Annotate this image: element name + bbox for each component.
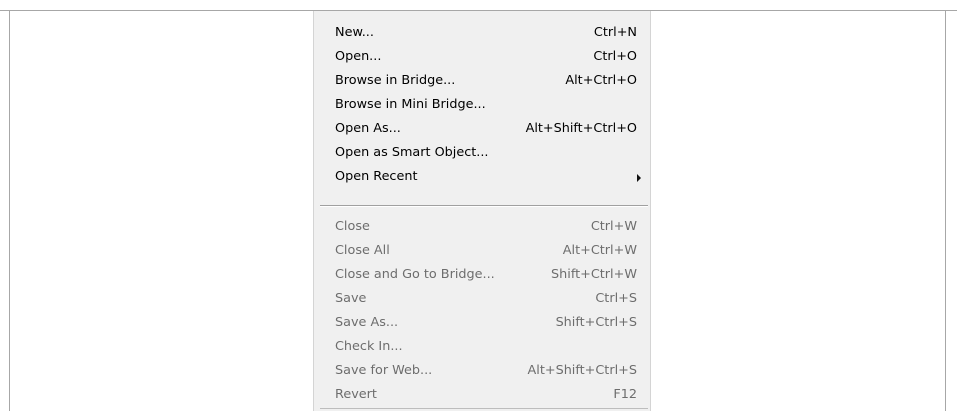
menu-item-label: Save As...: [335, 315, 399, 330]
menu-item-shortcut: F12: [613, 387, 637, 402]
file-menu: New... Ctrl+N Open... Ctrl+O Browse in B…: [313, 11, 651, 411]
menu-item-shortcut: Alt+Ctrl+O: [565, 73, 637, 88]
menu-item-label: Open...: [335, 49, 382, 64]
window-left-border: [9, 10, 10, 411]
menu-item-label: Close All: [335, 243, 390, 258]
menu-item-revert[interactable]: Revert F12: [314, 383, 650, 407]
menu-item-label: New...: [335, 25, 374, 40]
menu-item-shortcut: Alt+Shift+Ctrl+O: [525, 121, 637, 136]
menu-item-shortcut: Shift+Ctrl+S: [555, 315, 637, 330]
menu-item-shortcut: Alt+Shift+Ctrl+S: [527, 363, 637, 378]
menu-item-open[interactable]: Open... Ctrl+O: [314, 45, 650, 69]
menu-item-open-as-smart-object[interactable]: Open as Smart Object...: [314, 141, 650, 165]
menu-separator: [320, 205, 648, 206]
menu-item-open-as[interactable]: Open As... Alt+Shift+Ctrl+O: [314, 117, 650, 141]
menu-item-shortcut: Ctrl+W: [590, 219, 637, 234]
menu-item-check-in[interactable]: Check In...: [314, 335, 650, 359]
menu-item-label: Browse in Mini Bridge...: [335, 97, 486, 112]
menu-item-label: Browse in Bridge...: [335, 73, 456, 88]
menu-item-label: Open as Smart Object...: [335, 145, 489, 160]
menu-item-shortcut: Shift+Ctrl+W: [551, 267, 637, 282]
menu-item-label: Check In...: [335, 339, 403, 354]
menu-item-label: Close and Go to Bridge...: [335, 267, 495, 282]
window-right-border: [945, 10, 946, 411]
menu-item-shortcut: Alt+Ctrl+W: [562, 243, 637, 258]
menu-item-open-recent[interactable]: Open Recent: [314, 165, 650, 189]
menu-item-save-for-web[interactable]: Save for Web... Alt+Shift+Ctrl+S: [314, 359, 650, 383]
menu-item-browse-in-mini-bridge[interactable]: Browse in Mini Bridge...: [314, 93, 650, 117]
menu-item-label: Close: [335, 219, 370, 234]
menu-item-shortcut: Ctrl+O: [593, 49, 637, 64]
menu-item-label: Open As...: [335, 121, 401, 136]
menu-item-new[interactable]: New... Ctrl+N: [314, 21, 650, 45]
menu-item-close[interactable]: Close Ctrl+W: [314, 215, 650, 239]
menu-item-label: Save: [335, 291, 367, 306]
menu-item-close-and-go-to-bridge[interactable]: Close and Go to Bridge... Shift+Ctrl+W: [314, 263, 650, 287]
menu-item-close-all[interactable]: Close All Alt+Ctrl+W: [314, 239, 650, 263]
screenshot-canvas: New... Ctrl+N Open... Ctrl+O Browse in B…: [0, 0, 957, 411]
menu-item-save-as[interactable]: Save As... Shift+Ctrl+S: [314, 311, 650, 335]
submenu-arrow-icon: [637, 174, 641, 182]
menu-bottom-separator: [320, 408, 648, 409]
menu-item-label: Save for Web...: [335, 363, 433, 378]
menu-item-save[interactable]: Save Ctrl+S: [314, 287, 650, 311]
menu-item-shortcut: Ctrl+N: [593, 25, 637, 40]
menu-item-label: Open Recent: [335, 169, 418, 184]
menu-item-browse-in-bridge[interactable]: Browse in Bridge... Alt+Ctrl+O: [314, 69, 650, 93]
menu-item-shortcut: Ctrl+S: [595, 291, 637, 306]
menu-item-label: Revert: [335, 387, 377, 402]
